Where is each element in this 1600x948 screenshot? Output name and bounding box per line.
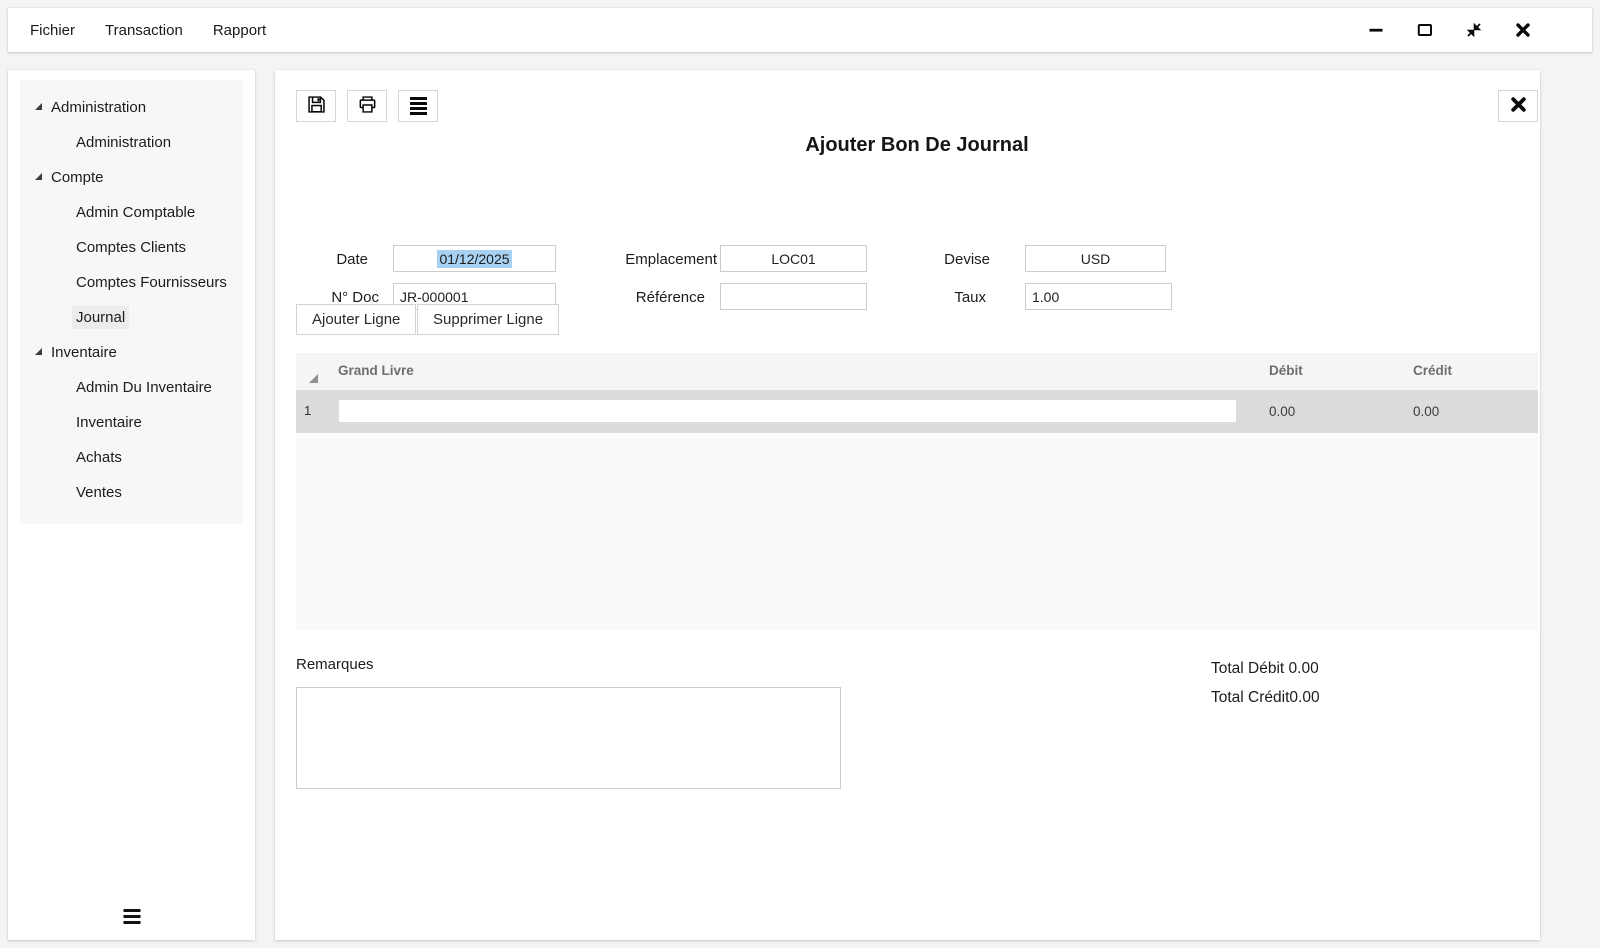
reference-input[interactable] xyxy=(720,283,867,310)
tree-leaf-admin-du-inventaire[interactable]: Admin Du Inventaire xyxy=(20,370,243,405)
tree-node-administration[interactable]: Administration xyxy=(20,90,243,125)
tree-leaf-label: Comptes Fournisseurs xyxy=(72,271,231,294)
taux-label: Taux xyxy=(875,289,986,306)
tree-leaf-comptes-fournisseurs[interactable]: Comptes Fournisseurs xyxy=(20,265,243,300)
totals-block: Total Débit 0.00 Total Crédit0.00 xyxy=(1211,654,1320,712)
floppy-disk-icon xyxy=(306,94,327,118)
tree-node-inventaire[interactable]: Inventaire xyxy=(20,335,243,370)
date-selected-text: 01/12/2025 xyxy=(437,250,511,268)
tree-leaf-label: Ventes xyxy=(72,481,126,504)
expanded-triangle-icon[interactable] xyxy=(35,103,42,110)
sidebar: Administration Administration Compte Adm… xyxy=(8,70,255,940)
tree-leaf-achats[interactable]: Achats xyxy=(20,440,243,475)
select-all-triangle-icon[interactable] xyxy=(309,374,318,383)
tree-leaf-label: Comptes Clients xyxy=(72,236,190,259)
journal-entry-panel: Ajouter Bon De Journal Date 01/12/2025 E… xyxy=(275,70,1540,940)
journal-lines-grid: Grand Livre Débit Crédit 1 0.00 0.00 xyxy=(296,353,1538,630)
close-window-icon[interactable] xyxy=(1514,21,1532,39)
add-line-button[interactable]: Ajouter Ligne xyxy=(296,304,416,335)
app-window: Fichier Transaction Rapport xyxy=(0,0,1600,948)
menu-item-transaction[interactable]: Transaction xyxy=(105,22,183,39)
expanded-triangle-icon[interactable] xyxy=(35,348,42,355)
close-x-icon xyxy=(1510,96,1527,116)
tree-node-label: Compte xyxy=(51,169,104,186)
devise-label: Devise xyxy=(875,251,990,268)
total-credit-text: Total Crédit0.00 xyxy=(1211,683,1320,712)
column-header-credit[interactable]: Crédit xyxy=(1413,363,1452,378)
tree-node-label: Administration xyxy=(51,99,146,116)
taux-input[interactable] xyxy=(1025,283,1172,310)
maximize-icon[interactable] xyxy=(1416,21,1434,39)
tree-leaf-label: Administration xyxy=(72,131,175,154)
tree-leaf-ventes[interactable]: Ventes xyxy=(20,475,243,510)
grand-livre-cell-input[interactable] xyxy=(339,400,1236,422)
tree-node-compte[interactable]: Compte xyxy=(20,160,243,195)
list-button[interactable] xyxy=(398,90,438,122)
menu-bar: Fichier Transaction Rapport xyxy=(8,8,1592,52)
total-debit-text: Total Débit 0.00 xyxy=(1211,654,1320,683)
save-button[interactable] xyxy=(296,90,336,122)
printer-icon xyxy=(357,94,378,118)
credit-cell[interactable]: 0.00 xyxy=(1413,404,1439,419)
tree-leaf-administration[interactable]: Administration xyxy=(20,125,243,160)
minimize-icon[interactable] xyxy=(1367,21,1385,39)
tree-leaf-admin-comptable[interactable]: Admin Comptable xyxy=(20,195,243,230)
delete-line-button[interactable]: Supprimer Ligne xyxy=(417,304,559,335)
remarks-label: Remarques xyxy=(296,656,374,673)
emplacement-label: Emplacement xyxy=(595,251,717,268)
emplacement-input[interactable] xyxy=(720,245,867,272)
hamburger-icon[interactable] xyxy=(123,909,140,924)
close-form-button[interactable] xyxy=(1498,90,1538,122)
menu-items: Fichier Transaction Rapport xyxy=(8,22,266,39)
list-lines-icon xyxy=(410,97,427,115)
column-header-debit[interactable]: Débit xyxy=(1269,363,1303,378)
tree-leaf-label: Admin Comptable xyxy=(72,201,199,224)
date-label: Date xyxy=(296,251,368,268)
debit-cell[interactable]: 0.00 xyxy=(1269,404,1295,419)
table-row[interactable]: 1 0.00 0.00 xyxy=(296,390,1538,433)
menu-item-rapport[interactable]: Rapport xyxy=(213,22,266,39)
page-title: Ajouter Bon De Journal xyxy=(296,134,1538,157)
reference-label: Référence xyxy=(595,289,705,306)
tree-leaf-label: Admin Du Inventaire xyxy=(72,376,216,399)
devise-input[interactable] xyxy=(1025,245,1166,272)
column-header-grand-livre[interactable]: Grand Livre xyxy=(338,363,414,378)
expanded-triangle-icon[interactable] xyxy=(35,173,42,180)
tree-leaf-comptes-clients[interactable]: Comptes Clients xyxy=(20,230,243,265)
navigation-tree: Administration Administration Compte Adm… xyxy=(20,80,243,524)
window-controls xyxy=(1367,21,1592,39)
collapse-arrows-icon[interactable] xyxy=(1465,21,1483,39)
tree-leaf-label: Achats xyxy=(72,446,126,469)
tree-leaf-journal[interactable]: Journal xyxy=(20,300,243,335)
menu-item-fichier[interactable]: Fichier xyxy=(30,22,75,39)
grid-header: Grand Livre Débit Crédit xyxy=(296,353,1538,390)
date-input[interactable]: 01/12/2025 xyxy=(393,245,556,272)
remarks-textarea[interactable] xyxy=(296,687,841,789)
tree-node-label: Inventaire xyxy=(51,344,117,361)
tree-leaf-label-selected: Journal xyxy=(72,306,129,329)
tree-leaf-inventaire[interactable]: Inventaire xyxy=(20,405,243,440)
tree-leaf-label: Inventaire xyxy=(72,411,146,434)
print-button[interactable] xyxy=(347,90,387,122)
row-number[interactable]: 1 xyxy=(304,403,311,418)
